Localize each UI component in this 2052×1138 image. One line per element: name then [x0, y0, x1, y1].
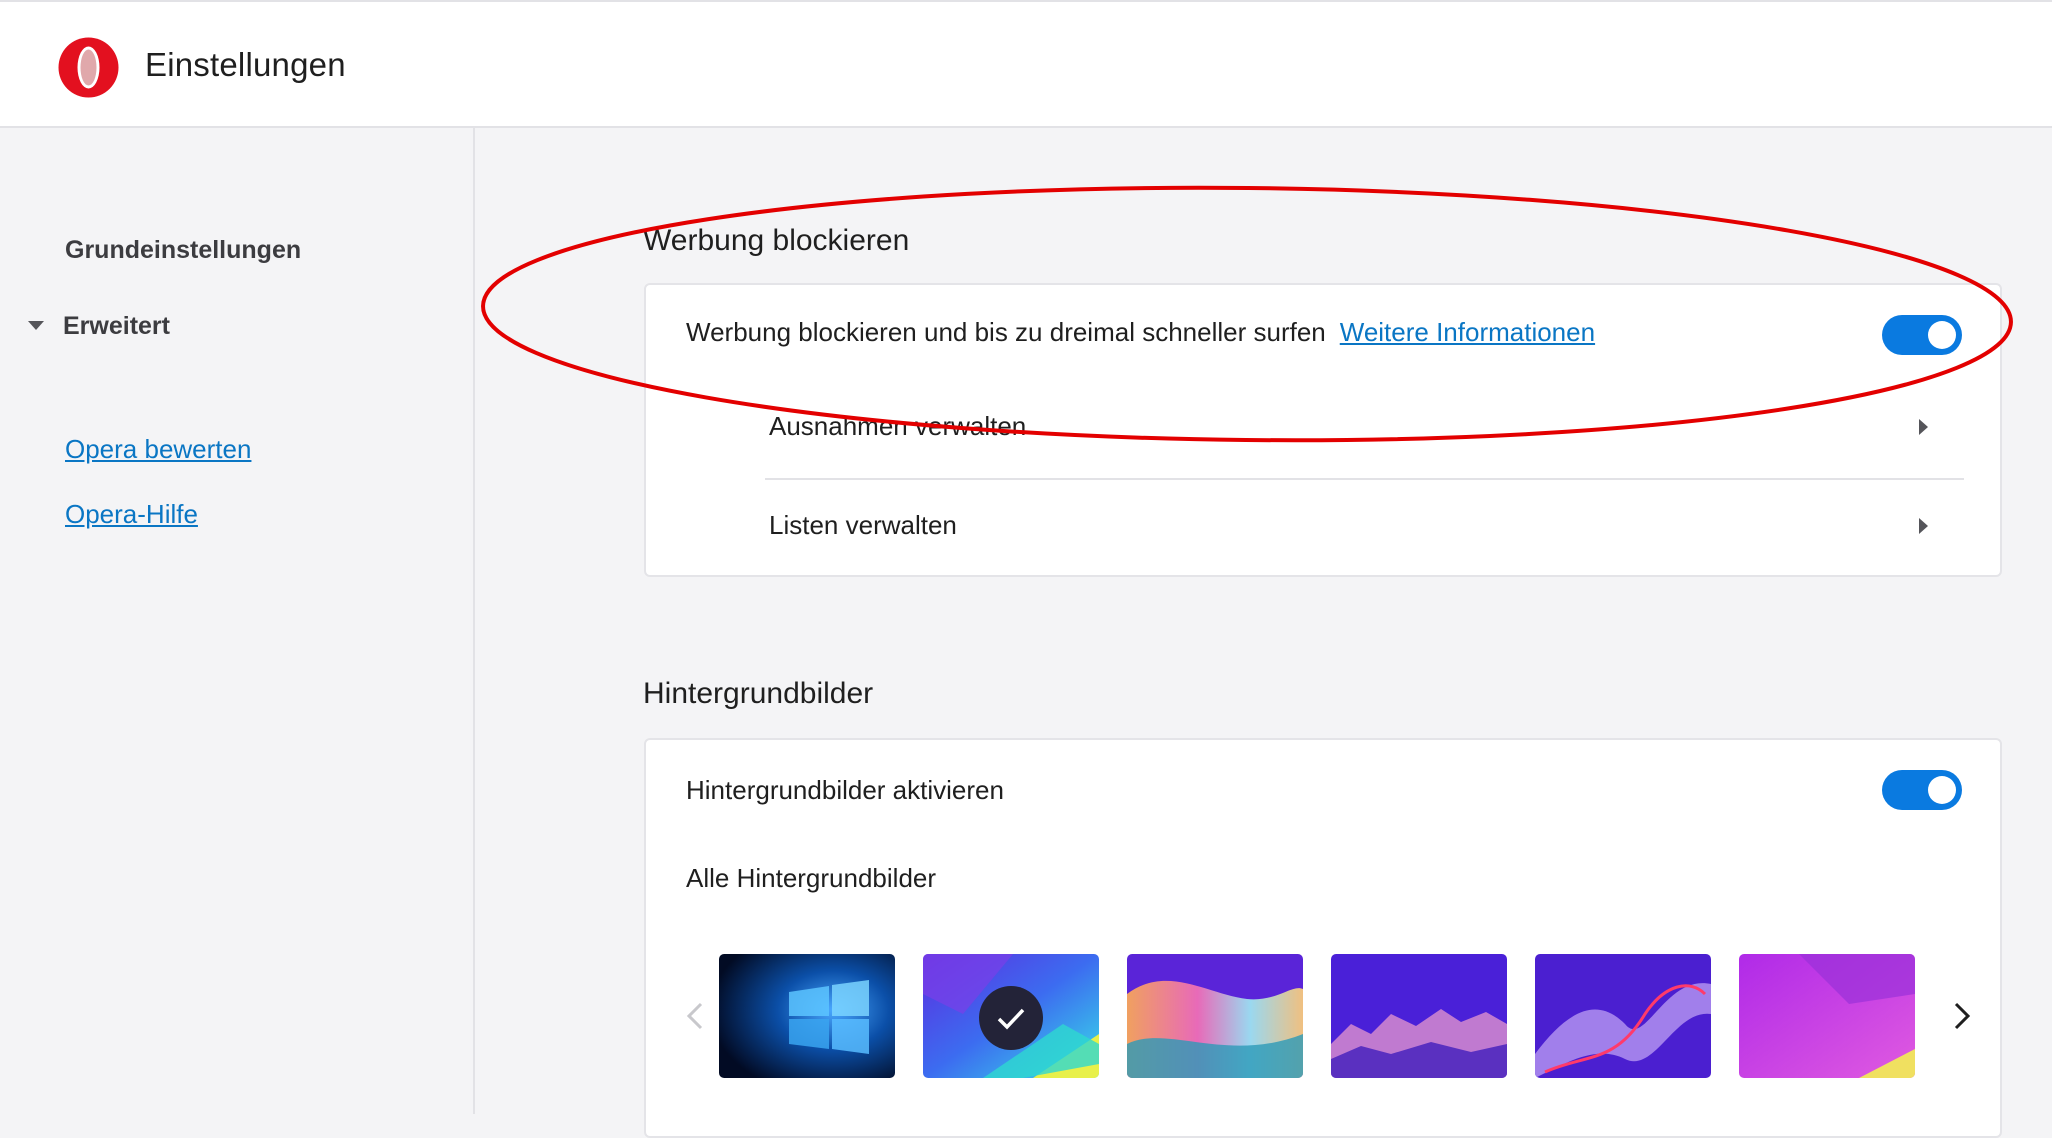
- sidebar-item-advanced[interactable]: Erweitert: [63, 312, 170, 341]
- toggle-knob: [1928, 321, 1956, 349]
- chevron-right-icon: [1919, 419, 1928, 435]
- ad-block-toggle-row: Werbung blockieren und bis zu dreimal sc…: [686, 317, 1595, 348]
- toggle-knob: [1928, 776, 1956, 804]
- ad-block-toggle[interactable]: [1882, 315, 1962, 355]
- wallpaper-thumbnail-purple-cyan[interactable]: [923, 954, 1099, 1078]
- ad-block-section-title: Werbung blockieren: [643, 224, 910, 257]
- wallpaper-thumbnail-wave[interactable]: [1127, 954, 1303, 1078]
- wallpapers-toggle[interactable]: [1882, 770, 1962, 810]
- rate-opera-link[interactable]: Opera bewerten: [65, 434, 251, 465]
- ad-block-toggle-label: Werbung blockieren und bis zu dreimal sc…: [686, 317, 1326, 347]
- chevron-left-icon[interactable]: [681, 996, 711, 1036]
- wallpaper-thumbnail-windows[interactable]: [719, 954, 895, 1078]
- manage-exceptions-row[interactable]: Ausnahmen verwalten: [765, 381, 1964, 477]
- wallpaper-thumbnail-landscape[interactable]: [1331, 954, 1507, 1078]
- wallpaper-thumbnail-magenta[interactable]: [1739, 954, 1915, 1078]
- opera-logo-icon[interactable]: [57, 36, 120, 99]
- manage-lists-row[interactable]: Listen verwalten: [765, 480, 1964, 576]
- wallpaper-thumbnail-ribbon[interactable]: [1535, 954, 1711, 1078]
- header-bar: Einstellungen: [0, 0, 2052, 128]
- wallpapers-card: Hintergrundbilder aktivieren Alle Hinter…: [644, 738, 2002, 1138]
- manage-exceptions-label: Ausnahmen verwalten: [769, 411, 1027, 441]
- more-info-link[interactable]: Weitere Informationen: [1340, 317, 1595, 347]
- ad-block-card: Werbung blockieren und bis zu dreimal sc…: [644, 283, 2002, 577]
- opera-help-link[interactable]: Opera-Hilfe: [65, 499, 198, 530]
- page-title: Einstellungen: [145, 46, 346, 83]
- chevron-right-icon: [1919, 518, 1928, 534]
- wallpapers-section-title: Hintergrundbilder: [643, 677, 874, 710]
- selected-check-icon: [979, 986, 1043, 1050]
- sidebar-item-basic[interactable]: Grundeinstellungen: [65, 236, 301, 265]
- sidebar: Grundeinstellungen Erweitert Opera bewer…: [0, 128, 475, 1114]
- chevron-right-icon[interactable]: [1946, 996, 1976, 1036]
- all-wallpapers-label: Alle Hintergrundbilder: [686, 863, 937, 893]
- manage-lists-label: Listen verwalten: [769, 510, 957, 540]
- wallpapers-toggle-label: Hintergrundbilder aktivieren: [686, 775, 1004, 805]
- caret-down-icon[interactable]: [28, 321, 44, 330]
